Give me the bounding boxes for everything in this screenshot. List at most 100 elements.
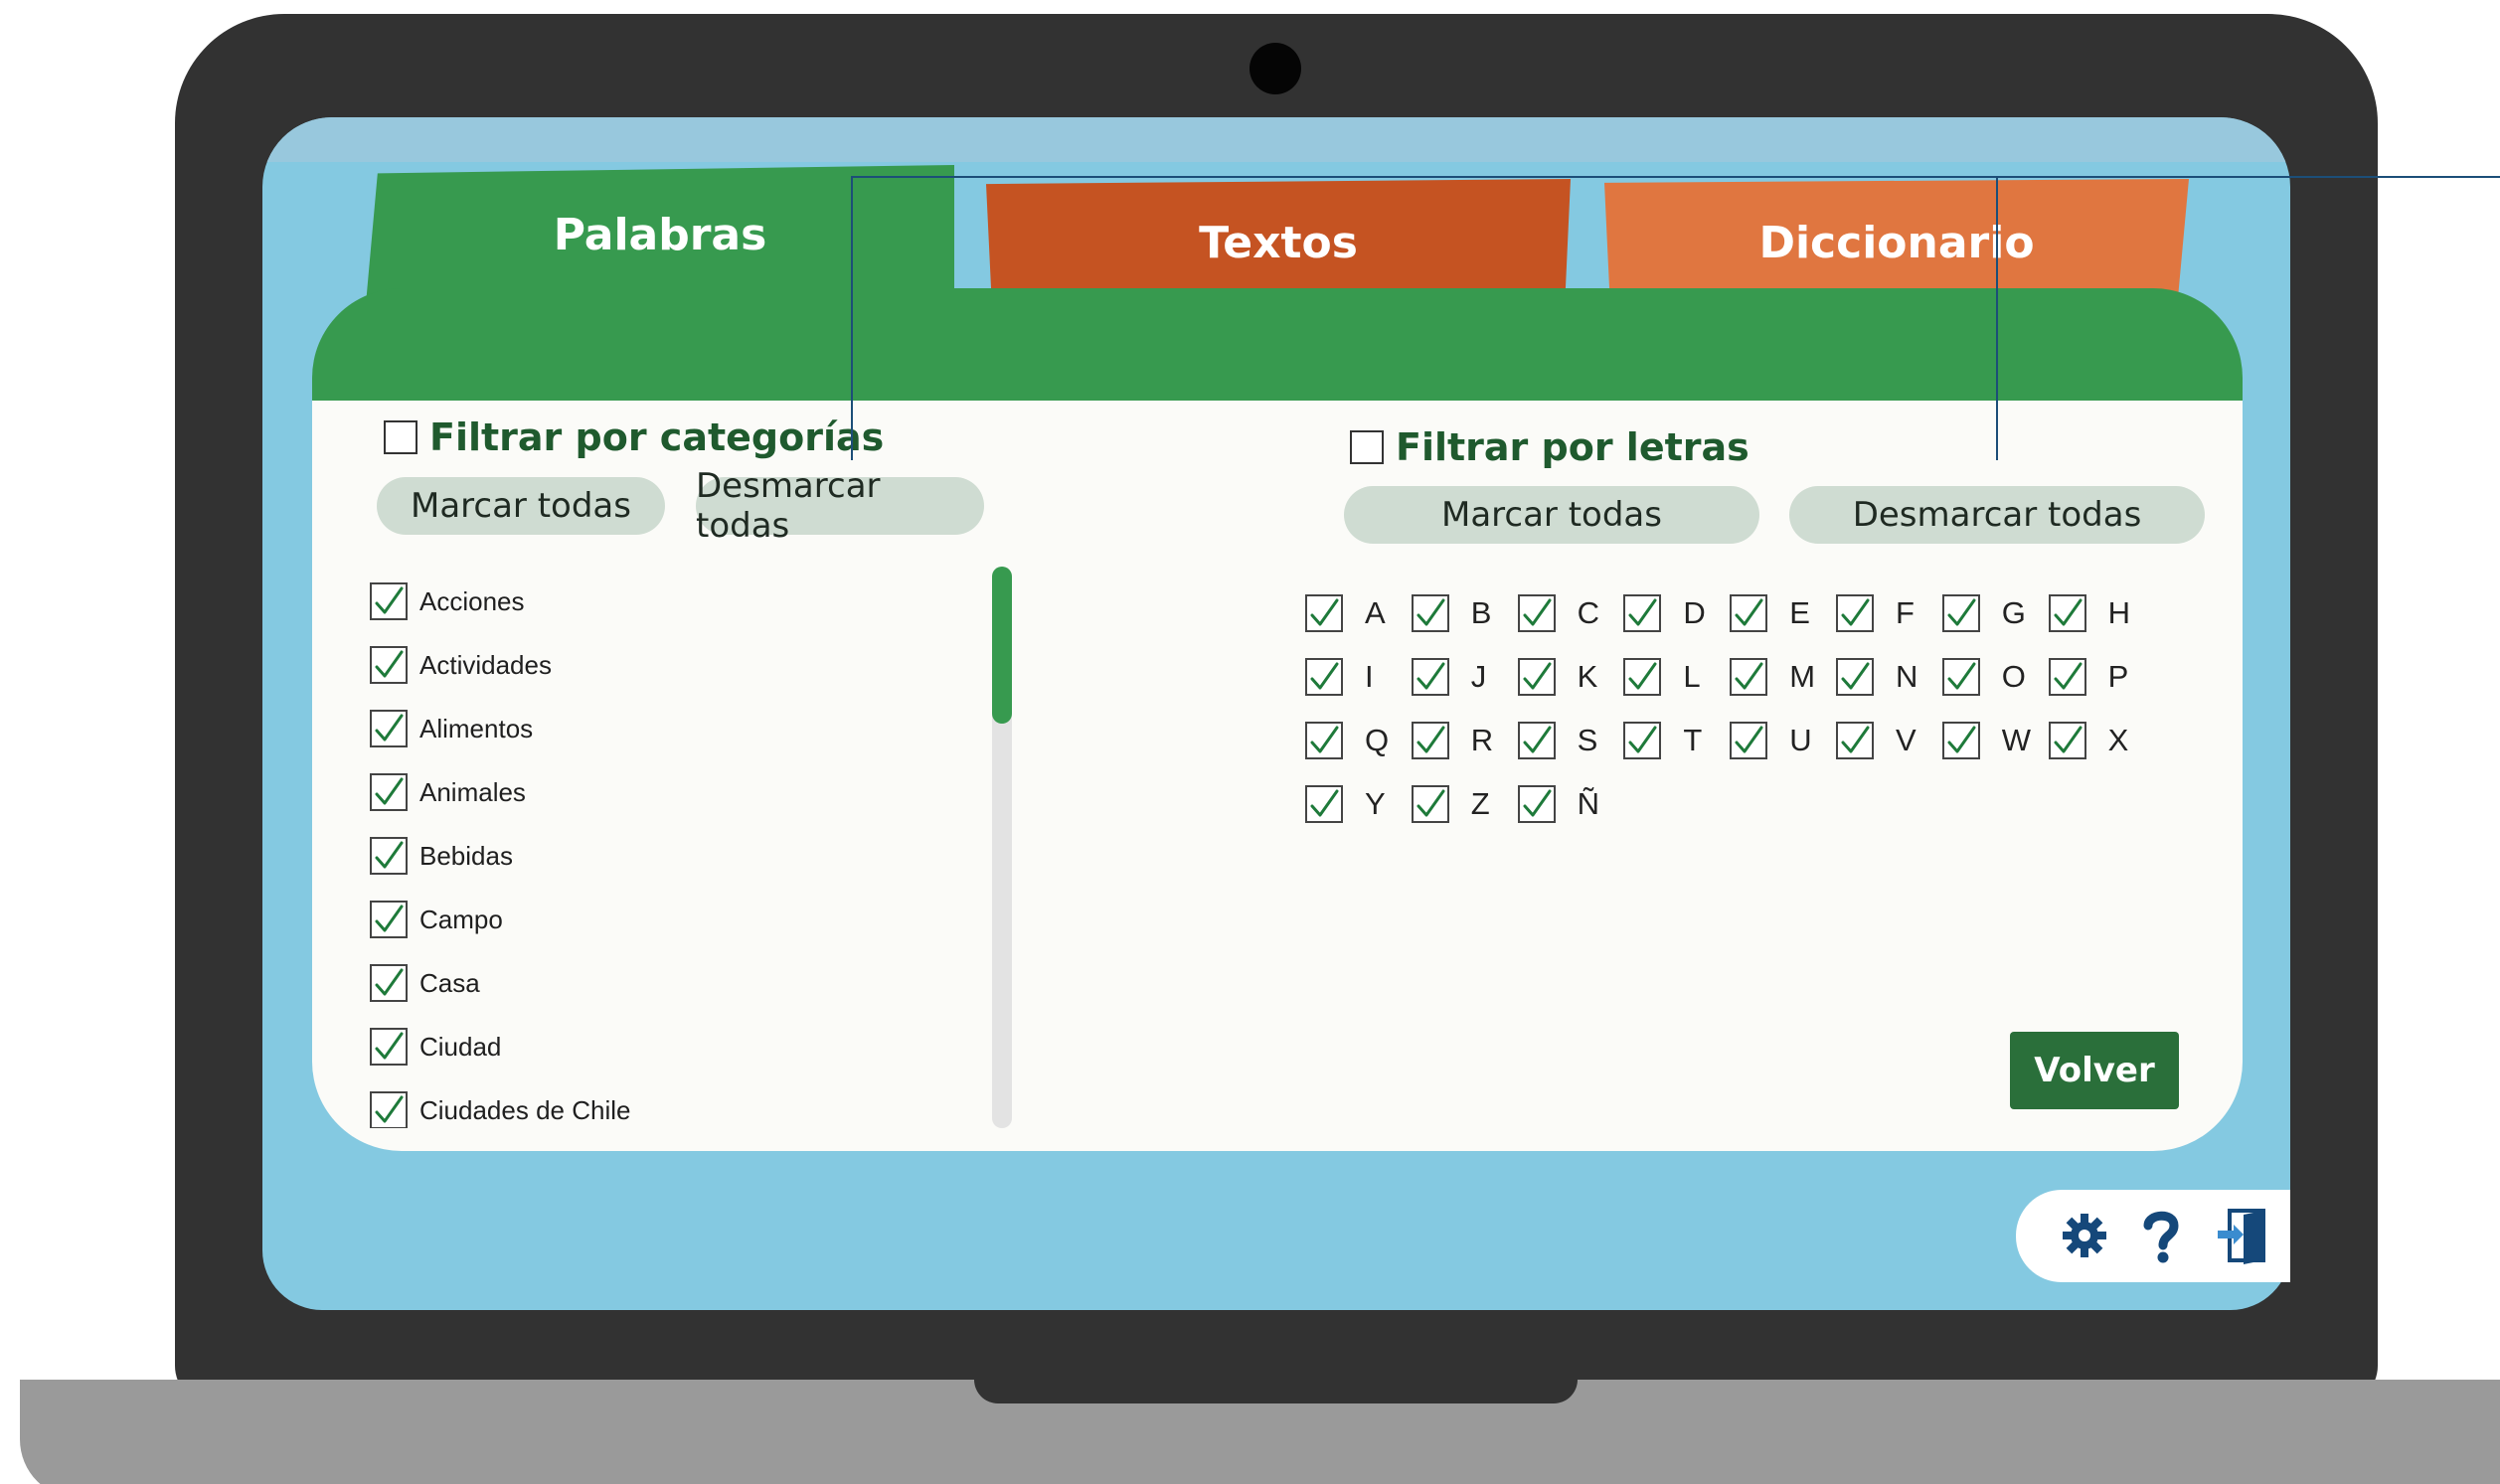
category-label: Casa [419, 967, 480, 998]
letter-checkbox[interactable] [1517, 785, 1556, 823]
letter-checkbox[interactable] [1517, 594, 1556, 632]
letter-item[interactable]: C [1517, 593, 1617, 633]
category-list[interactable]: Acciones Actividades Alimentos Animales Bebi… [370, 581, 966, 1128]
category-item[interactable]: Casa [370, 963, 480, 1003]
letter-checkbox[interactable] [1305, 658, 1343, 696]
help-icon[interactable] [2133, 1208, 2189, 1263]
category-checkbox[interactable] [370, 710, 408, 747]
letter-item[interactable]: S [1517, 721, 1617, 760]
letter-checkbox[interactable] [1517, 722, 1556, 759]
back-button[interactable]: Volver [2010, 1032, 2179, 1109]
category-checkbox[interactable] [370, 1091, 408, 1128]
letter-item[interactable]: Q [1305, 721, 1405, 760]
category-item[interactable]: Animales [370, 772, 526, 812]
letter-item[interactable]: H [2048, 593, 2148, 633]
category-item[interactable]: Ciudades de Chile [370, 1090, 630, 1128]
letter-checkbox[interactable] [1623, 658, 1662, 696]
letter-checkbox[interactable] [1941, 722, 1980, 759]
category-checkbox[interactable] [370, 964, 408, 1002]
letter-checkbox[interactable] [1305, 594, 1343, 632]
categories-select-all-button[interactable]: Marcar todas [377, 477, 665, 535]
category-checkbox[interactable] [370, 582, 408, 620]
categories-deselect-all-button[interactable]: Desmarcar todas [696, 466, 984, 546]
letters-select-all-button[interactable]: Marcar todas [1344, 486, 1759, 544]
letter-checkbox[interactable] [1411, 594, 1449, 632]
tab-diccionario[interactable]: Diccionario [1604, 179, 2189, 306]
letters-deselect-all-button[interactable]: Desmarcar todas [1789, 486, 2205, 544]
letter-item[interactable]: K [1517, 657, 1617, 697]
category-checkbox[interactable] [370, 646, 408, 684]
letter-checkbox[interactable] [2048, 658, 2086, 696]
tab-textos[interactable]: Textos [986, 179, 1571, 306]
letter-item[interactable]: V [1836, 721, 1935, 760]
letter-item[interactable]: N [1836, 657, 1935, 697]
category-item[interactable]: Campo [370, 900, 503, 939]
letter-item[interactable]: T [1623, 721, 1723, 760]
letter-checkbox[interactable] [1941, 658, 1980, 696]
letter-item[interactable]: B [1411, 593, 1511, 633]
letter-checkbox[interactable] [1730, 722, 1768, 759]
letter-item[interactable]: U [1730, 721, 1829, 760]
letter-checkbox[interactable] [1411, 658, 1449, 696]
category-scrollbar-thumb[interactable] [992, 567, 1012, 724]
letter-item[interactable]: X [2048, 721, 2148, 760]
category-label: Ciudades de Chile [419, 1094, 631, 1125]
category-checkbox[interactable] [370, 1028, 408, 1066]
letter-checkbox[interactable] [1730, 594, 1768, 632]
letter-checkbox[interactable] [1411, 785, 1449, 823]
filter-categories-checkbox[interactable] [384, 420, 417, 454]
letter-label: E [1789, 595, 1810, 630]
letter-checkbox[interactable] [1623, 594, 1662, 632]
letter-label: D [1683, 595, 1706, 630]
letter-item[interactable]: O [1941, 657, 2042, 697]
letter-label: K [1577, 659, 1598, 694]
tab-palabras[interactable]: Palabras [366, 165, 954, 304]
letter-checkbox[interactable] [1730, 658, 1768, 696]
filter-letters-checkbox[interactable] [1350, 430, 1384, 464]
letter-checkbox[interactable] [1517, 658, 1556, 696]
letter-label: P [2107, 659, 2129, 694]
letter-item[interactable]: J [1411, 657, 1511, 697]
letter-checkbox[interactable] [1941, 594, 1980, 632]
filter-categories[interactable]: Filtrar por categorías [384, 415, 884, 459]
letter-checkbox[interactable] [1836, 658, 1874, 696]
letter-item[interactable]: P [2048, 657, 2148, 697]
letter-label: O [2001, 659, 2026, 694]
letter-checkbox[interactable] [2048, 594, 2086, 632]
letter-checkbox[interactable] [1836, 722, 1874, 759]
category-checkbox[interactable] [370, 773, 408, 811]
letter-item[interactable]: R [1411, 721, 1511, 760]
letter-item[interactable]: Z [1411, 784, 1511, 824]
filter-letters[interactable]: Filtrar por letras [1350, 425, 1750, 469]
letter-item[interactable]: W [1941, 721, 2042, 760]
letter-item[interactable]: G [1941, 593, 2042, 633]
letter-item[interactable]: D [1623, 593, 1723, 633]
gear-icon[interactable] [2057, 1208, 2112, 1263]
letter-checkbox[interactable] [2048, 722, 2086, 759]
letter-label: I [1365, 659, 1374, 694]
letter-item[interactable]: Ñ [1517, 784, 1617, 824]
category-item[interactable]: Alimentos [370, 709, 533, 748]
category-label: Ciudad [419, 1031, 502, 1062]
letter-checkbox[interactable] [1411, 722, 1449, 759]
letter-label: Y [1365, 786, 1386, 821]
callout-line [1996, 176, 1998, 460]
letter-item[interactable]: E [1730, 593, 1829, 633]
category-item[interactable]: Actividades [370, 645, 552, 685]
category-item[interactable]: Bebidas [370, 836, 513, 876]
exit-door-icon[interactable] [2215, 1208, 2270, 1264]
letter-item[interactable]: I [1305, 657, 1405, 697]
letter-item[interactable]: F [1836, 593, 1935, 633]
letter-checkbox[interactable] [1836, 594, 1874, 632]
category-item[interactable]: Acciones [370, 581, 525, 621]
category-checkbox[interactable] [370, 837, 408, 875]
letter-item[interactable]: M [1730, 657, 1829, 697]
letter-item[interactable]: Y [1305, 784, 1405, 824]
letter-item[interactable]: A [1305, 593, 1405, 633]
letter-checkbox[interactable] [1305, 722, 1343, 759]
letter-item[interactable]: L [1623, 657, 1723, 697]
letter-checkbox[interactable] [1623, 722, 1662, 759]
letter-checkbox[interactable] [1305, 785, 1343, 823]
category-checkbox[interactable] [370, 901, 408, 938]
category-item[interactable]: Ciudad [370, 1027, 501, 1067]
